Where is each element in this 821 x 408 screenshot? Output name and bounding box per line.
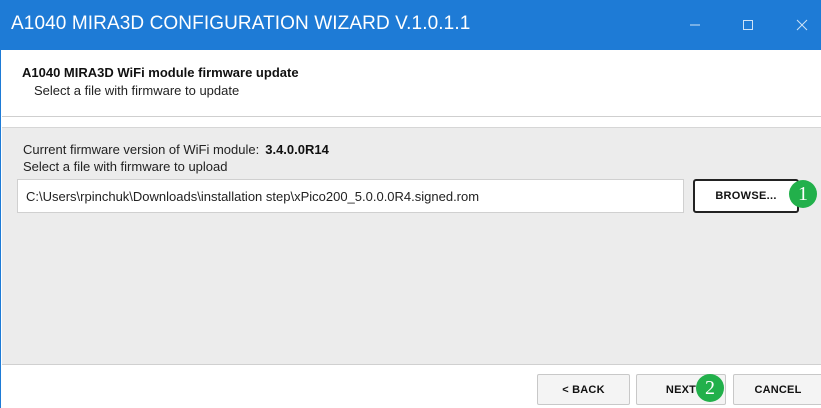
minimize-icon xyxy=(690,24,700,26)
step-1-badge: 1 xyxy=(789,180,817,208)
window-title: A1040 MIRA3D CONFIGURATION WIZARD V.1.0.… xyxy=(11,13,471,34)
title-bar: A1040 MIRA3D CONFIGURATION WIZARD V.1.0.… xyxy=(1,0,821,50)
file-path-input[interactable] xyxy=(17,179,684,213)
cancel-button[interactable]: CANCEL xyxy=(733,374,821,405)
content-panel: Current firmware version of WiFi module:… xyxy=(2,127,821,364)
wizard-window: A1040 MIRA3D CONFIGURATION WIZARD V.1.0.… xyxy=(0,0,821,408)
select-file-label: Select a file with firmware to upload xyxy=(23,159,228,174)
minimize-button[interactable] xyxy=(675,10,715,40)
back-button[interactable]: < BACK xyxy=(537,374,630,405)
page-title: A1040 MIRA3D WiFi module firmware update xyxy=(22,65,299,80)
close-icon xyxy=(796,19,808,31)
page-header: A1040 MIRA3D WiFi module firmware update… xyxy=(2,50,821,117)
close-button[interactable] xyxy=(782,10,821,40)
page-subtitle: Select a file with firmware to update xyxy=(34,83,240,98)
maximize-icon xyxy=(743,20,753,30)
firmware-version-label: Current firmware version of WiFi module: xyxy=(23,142,260,157)
maximize-button[interactable] xyxy=(728,10,768,40)
firmware-version-row: Current firmware version of WiFi module:… xyxy=(23,142,329,157)
browse-button[interactable]: BROWSE... xyxy=(693,179,799,213)
firmware-version-value: 3.4.0.0R14 xyxy=(265,142,329,157)
step-2-badge: 2 xyxy=(696,374,724,402)
